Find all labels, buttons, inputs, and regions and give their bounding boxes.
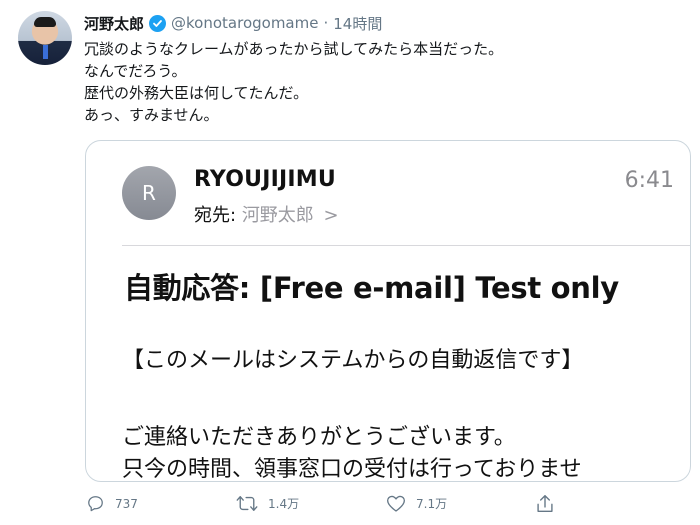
attached-email-screenshot[interactable]: R RYOUJIJIMU 6:41 宛先: 河野太郎 > 自動応答: [Free… (85, 140, 691, 482)
sender-avatar-letter: R (142, 181, 156, 205)
reply-icon (88, 496, 103, 512)
email-subject: 自動応答: [Free e-mail] Test only (124, 271, 619, 305)
like-count: 7.1万 (416, 497, 448, 511)
tweet-header: 河野太郎 @konotarogomame · 14時間 (84, 12, 382, 34)
tweet-text-line: あっ、すみません。 (84, 106, 219, 124)
tweet-text-line: なんでだろう。 (84, 62, 187, 80)
email-body-line: 只今の時間、領事窓口の受付は行っておりませ (122, 457, 582, 482)
email-body-line: 【このメールはシステムからの自動返信です】 (122, 348, 584, 373)
author-avatar[interactable] (18, 11, 72, 65)
tweet-text-line: 歴代の外務大臣は何してたんだ。 (84, 84, 309, 102)
author-handle[interactable]: @konotarogomame (171, 14, 318, 32)
retweet-count: 1.4万 (268, 497, 300, 511)
email-sender: RYOUJIJIMU (194, 167, 336, 192)
recipient-name: 河野太郎 (241, 205, 314, 226)
tweet-timestamp[interactable]: 14時間 (333, 13, 382, 34)
retweet-icon (236, 496, 258, 511)
email-recipient-row: 宛先: 河野太郎 > (194, 201, 339, 227)
verified-icon (149, 14, 167, 32)
tweet-actions: 737 1.4万 7.1万 (86, 494, 606, 513)
reply-button[interactable]: 737 (86, 494, 236, 513)
reply-count: 737 (115, 496, 138, 511)
email-body-line: ご連絡いただきありがとうございます。 (122, 425, 516, 450)
header-separator: · (323, 14, 329, 32)
email-time: 6:41 (624, 168, 674, 193)
avatar-tie (43, 45, 48, 59)
recipient-label: 宛先: (194, 205, 237, 226)
like-icon (387, 495, 405, 512)
chevron-right-icon: > (323, 205, 339, 226)
author-name[interactable]: 河野太郎 (84, 13, 144, 34)
avatar-hair (34, 17, 56, 27)
share-icon (537, 495, 553, 512)
tweet-text: 冗談のようなクレームがあったから試してみたら本当だった。 なんでだろう。 歴代の… (84, 38, 503, 126)
share-button[interactable] (536, 494, 554, 513)
tweet-text-line: 冗談のようなクレームがあったから試してみたら本当だった。 (84, 40, 504, 58)
sender-avatar: R (122, 166, 176, 220)
retweet-button[interactable]: 1.4万 (236, 494, 386, 513)
like-button[interactable]: 7.1万 (386, 494, 536, 513)
email-divider (122, 245, 690, 246)
